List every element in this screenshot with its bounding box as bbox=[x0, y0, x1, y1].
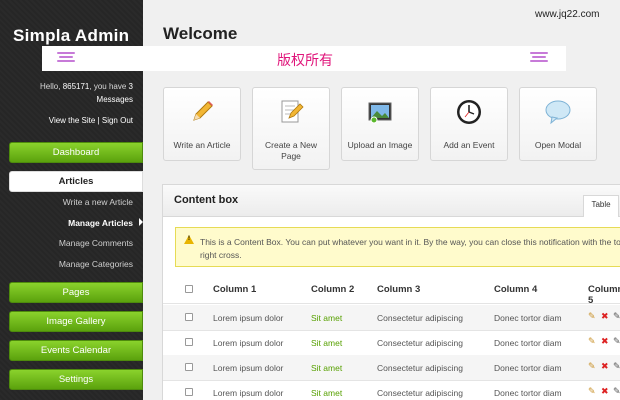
warning-icon bbox=[184, 235, 194, 244]
notification: This is a Content Box. You can put whate… bbox=[175, 227, 620, 267]
column-header[interactable]: Column 1 bbox=[213, 284, 256, 295]
nav-articles[interactable]: Articles bbox=[9, 171, 143, 192]
row-checkbox[interactable] bbox=[185, 363, 193, 371]
notification-text: This is a Content Box. You can put whate… bbox=[200, 237, 620, 260]
user-id[interactable]: 865171 bbox=[63, 82, 90, 91]
tools-icon[interactable]: ✎ bbox=[613, 386, 620, 397]
table-cell: Lorem ipsum dolor bbox=[213, 363, 284, 373]
watermark-banner: 版权所有 bbox=[42, 46, 566, 71]
tools-icon[interactable]: ✎ bbox=[613, 361, 620, 372]
sign-out-link[interactable]: Sign Out bbox=[102, 116, 133, 125]
row-checkbox[interactable] bbox=[185, 388, 193, 396]
delete-icon[interactable]: ✖ bbox=[601, 386, 609, 397]
column-header[interactable]: Column 4 bbox=[494, 284, 537, 295]
table-cell: Consectetur adipiscing bbox=[377, 363, 463, 373]
wind-icon bbox=[530, 52, 548, 65]
shortcut-label: Add an Event bbox=[443, 140, 495, 150]
nav-dashboard[interactable]: Dashboard bbox=[9, 142, 143, 163]
pencil-icon bbox=[193, 101, 213, 121]
content-box: Content box Table This is a Content Box.… bbox=[162, 184, 620, 400]
edit-icon[interactable]: ✎ bbox=[588, 386, 596, 397]
edit-icon[interactable]: ✎ bbox=[588, 311, 596, 322]
table-cell-link[interactable]: Sit amet bbox=[311, 363, 342, 373]
edit-icon[interactable]: ✎ bbox=[588, 336, 596, 347]
delete-icon[interactable]: ✖ bbox=[601, 336, 609, 347]
column-header[interactable]: Column 3 bbox=[377, 284, 420, 295]
shortcut-label: Open Modal bbox=[534, 140, 582, 150]
nav-pages[interactable]: Pages bbox=[9, 282, 143, 303]
greeting-mid: , you have bbox=[89, 82, 127, 91]
greeting-prefix: Hello, bbox=[40, 82, 61, 91]
delete-icon[interactable]: ✖ bbox=[601, 311, 609, 322]
select-all-checkbox[interactable] bbox=[185, 285, 193, 293]
table-cell: Lorem ipsum dolor bbox=[213, 388, 284, 398]
table-cell: Donec tortor diam bbox=[494, 338, 562, 348]
image-icon bbox=[368, 102, 392, 124]
edit-icon[interactable]: ✎ bbox=[588, 361, 596, 372]
table-cell: Lorem ipsum dolor bbox=[213, 338, 284, 348]
table-cell-link[interactable]: Sit amet bbox=[311, 313, 342, 323]
sub-manage-comments[interactable]: Manage Comments bbox=[59, 238, 133, 248]
tab-table[interactable]: Table bbox=[583, 195, 619, 217]
sub-manage-categories[interactable]: Manage Categories bbox=[59, 259, 133, 269]
sub-manage-articles[interactable]: Manage Articles bbox=[68, 218, 133, 228]
clock-icon bbox=[457, 100, 481, 124]
row-divider bbox=[163, 380, 620, 381]
table-cell-link[interactable]: Sit amet bbox=[311, 338, 342, 348]
table-cell-link[interactable]: Sit amet bbox=[311, 388, 342, 398]
table-cell: Consectetur adipiscing bbox=[377, 388, 463, 398]
shortcut-label: Upload an Image bbox=[347, 140, 413, 150]
table-cell: Donec tortor diam bbox=[494, 388, 562, 398]
wind-icon bbox=[57, 52, 75, 65]
page-title: Welcome bbox=[163, 24, 238, 43]
nav-image-gallery[interactable]: Image Gallery bbox=[9, 311, 143, 332]
content-box-title: Content box bbox=[174, 194, 239, 206]
shortcut-label: Write an Article bbox=[173, 140, 231, 150]
profile-greeting: Hello, 865171, you have 3 Messages bbox=[3, 80, 133, 106]
app-logo: Simpla Admin bbox=[13, 26, 130, 45]
watermark-text: 版权所有 bbox=[277, 53, 333, 69]
tools-icon[interactable]: ✎ bbox=[613, 336, 620, 347]
column-header[interactable]: Column 2 bbox=[311, 284, 354, 295]
delete-icon[interactable]: ✖ bbox=[601, 361, 609, 372]
row-divider bbox=[163, 303, 620, 304]
watermark-url: www.jq22.com bbox=[535, 9, 600, 20]
link-separator: | bbox=[97, 116, 100, 125]
shortcut-new-page[interactable]: Create a New Page bbox=[252, 87, 330, 170]
speech-bubble-icon bbox=[545, 100, 571, 125]
row-checkbox[interactable] bbox=[185, 338, 193, 346]
shortcut-upload-image[interactable]: Upload an Image bbox=[341, 87, 419, 161]
messages-link[interactable]: Messages bbox=[97, 95, 133, 104]
profile-links: View the Site | Sign Out bbox=[49, 116, 133, 125]
view-site-link[interactable]: View the Site bbox=[49, 116, 96, 125]
table-cell: Donec tortor diam bbox=[494, 313, 562, 323]
nav-settings[interactable]: Settings bbox=[9, 369, 143, 390]
table-cell: Consectetur adipiscing bbox=[377, 313, 463, 323]
nav-events-calendar[interactable]: Events Calendar bbox=[9, 340, 143, 361]
shortcut-open-modal[interactable]: Open Modal bbox=[519, 87, 597, 161]
messages-count[interactable]: 3 bbox=[129, 82, 133, 91]
shortcut-write-article[interactable]: Write an Article bbox=[163, 87, 241, 161]
sub-write-article[interactable]: Write a new Article bbox=[63, 197, 133, 207]
row-checkbox[interactable] bbox=[185, 313, 193, 321]
new-page-icon bbox=[281, 100, 304, 123]
active-arrow-icon bbox=[139, 218, 143, 226]
row-divider bbox=[163, 330, 620, 331]
shortcut-label: Create a New Page bbox=[265, 140, 317, 161]
table-cell: Lorem ipsum dolor bbox=[213, 313, 284, 323]
table-cell: Donec tortor diam bbox=[494, 363, 562, 373]
shortcut-add-event[interactable]: Add an Event bbox=[430, 87, 508, 161]
tools-icon[interactable]: ✎ bbox=[613, 311, 620, 322]
content-box-header: Content box Table bbox=[163, 185, 620, 217]
table-cell: Consectetur adipiscing bbox=[377, 338, 463, 348]
